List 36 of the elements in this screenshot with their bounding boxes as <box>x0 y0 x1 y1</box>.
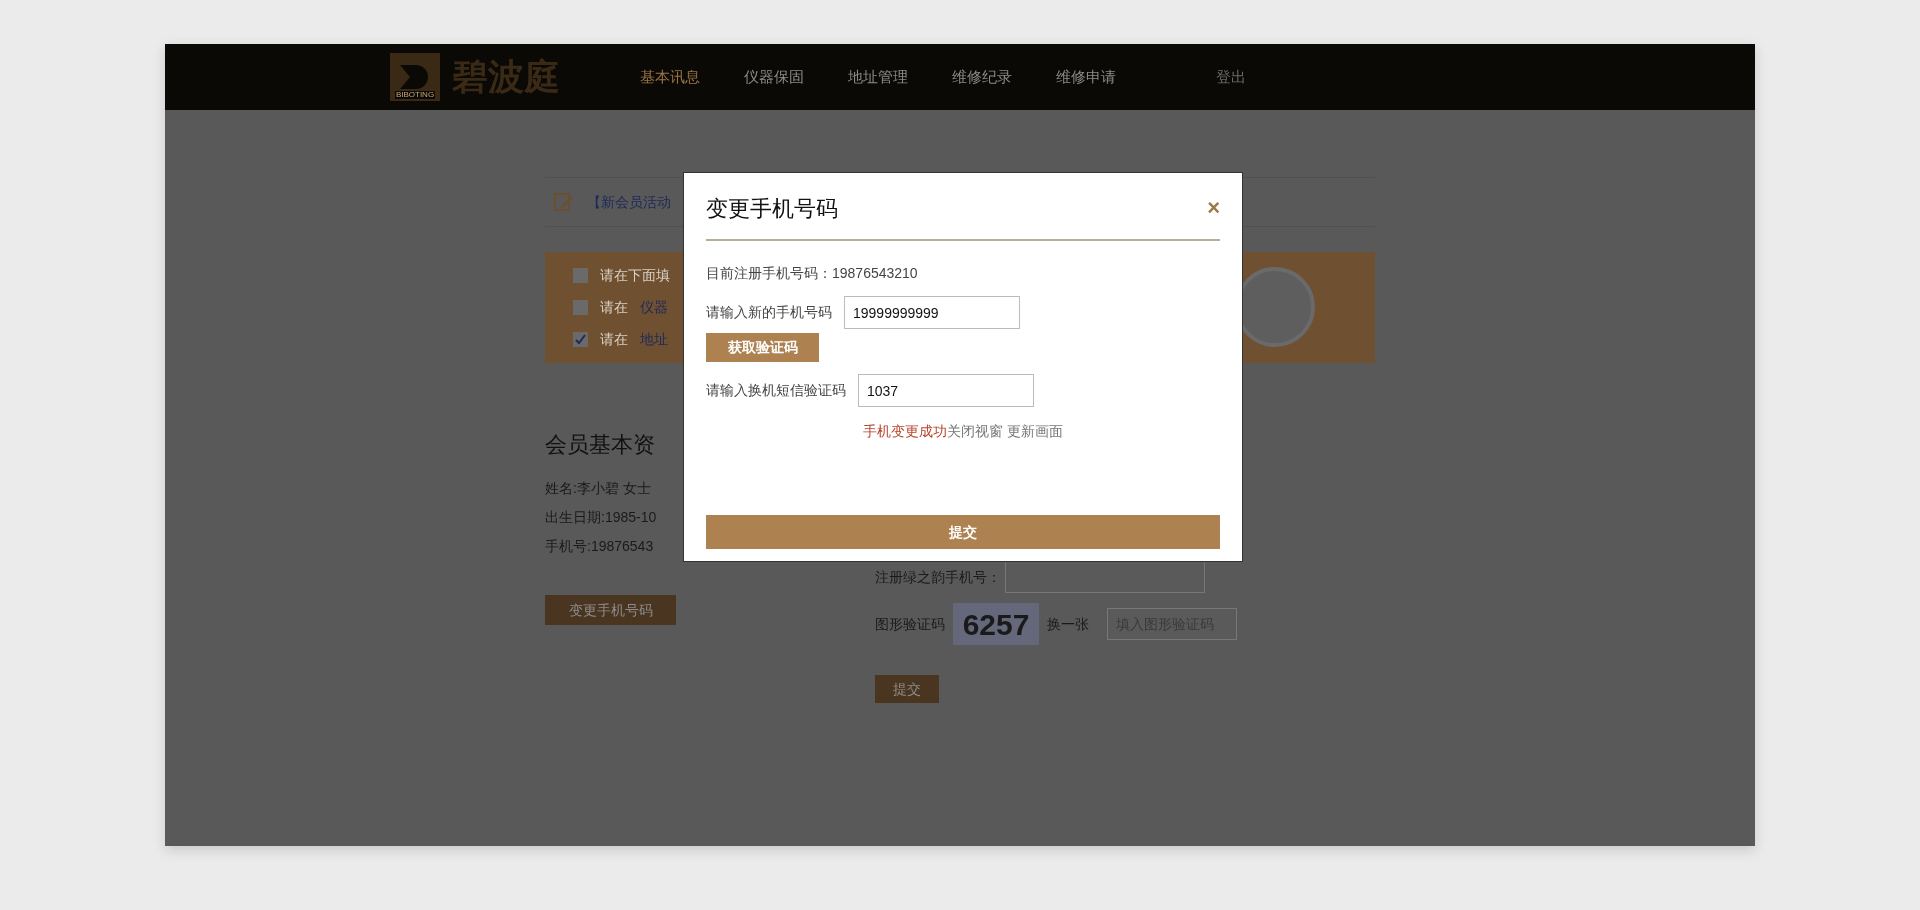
checkbox[interactable] <box>573 268 588 283</box>
profile-info-text: 出生日期:1985-10 <box>545 508 658 527</box>
field-label: 注册绿之韵手机号： <box>875 567 1001 587</box>
close-button[interactable]: × <box>1207 197 1220 219</box>
field-label: 请输入新的手机号码 <box>706 303 832 322</box>
change-phone-button[interactable]: 变更手机号码 <box>545 595 676 625</box>
instruction-text: 请在 <box>600 298 628 317</box>
new-phone-input-field[interactable]: 19999999999 <box>844 296 1020 329</box>
profile-info-text: 姓名:李小碧 女士 <box>545 479 652 498</box>
instruction-text: 请在下面填 <box>600 266 670 285</box>
success-message: 手机变更成功 <box>863 422 948 441</box>
logout-link[interactable]: 登出 <box>1216 65 1246 89</box>
profile-info-text: 手机号:19876543 <box>545 537 655 556</box>
refresh-captcha-link[interactable]: 换一张 <box>1047 613 1089 635</box>
nav-tab[interactable]: 维修申请 <box>1056 65 1116 89</box>
logo-subtext: BIBOTING <box>394 91 436 99</box>
nav-tab[interactable]: 地址管理 <box>848 65 908 89</box>
field-label: 请输入换机短信验证码 <box>706 381 846 400</box>
phone-input-field[interactable] <box>1005 561 1205 593</box>
instruction-text: 请在 <box>600 330 628 349</box>
submit-button[interactable]: 提交 <box>875 675 939 703</box>
nav-tab[interactable]: 基本讯息 <box>640 65 700 89</box>
nav-tab[interactable]: 仪器保固 <box>744 65 804 89</box>
section-title: 会员基本资 <box>545 431 655 458</box>
edit-note-icon <box>553 192 575 212</box>
nav-tab[interactable]: 维修纪录 <box>952 65 1012 89</box>
sms-code-input-field[interactable]: 1037 <box>858 374 1034 407</box>
field-label: 图形验证码 <box>875 614 945 634</box>
current-phone-text: 目前注册手机号码：19876543210 <box>706 264 919 283</box>
dialog-submit-button[interactable]: 提交 <box>706 515 1220 549</box>
close-refresh-hint: 关闭视窗 更新画面 <box>947 422 1063 441</box>
dialog-title: 变更手机号码 <box>706 194 838 223</box>
checkbox[interactable] <box>573 332 588 347</box>
get-code-button[interactable]: 获取验证码 <box>706 333 819 362</box>
captcha-text: 6257 <box>962 606 1030 643</box>
checkbox[interactable] <box>573 300 588 315</box>
